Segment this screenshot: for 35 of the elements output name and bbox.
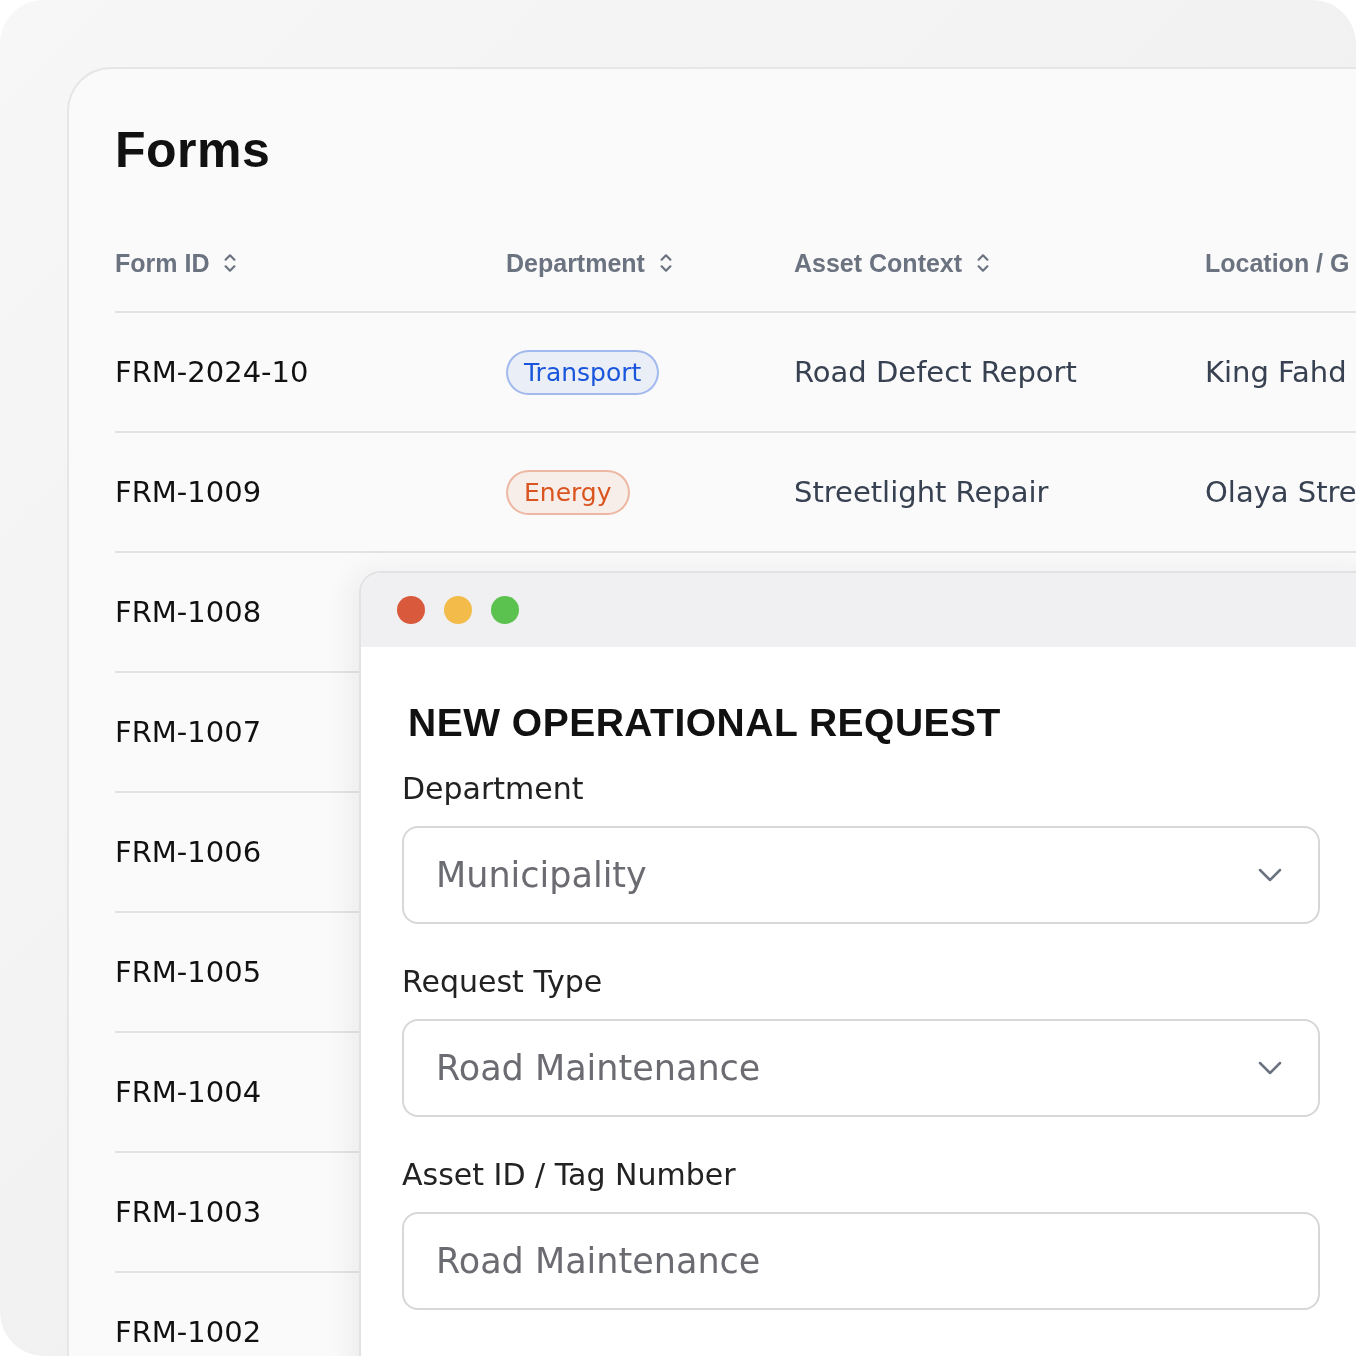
select-field[interactable]: Municipality: [402, 826, 1320, 924]
column-header: Location / G: [1205, 248, 1351, 278]
field-label: Asset ID / Tag Number: [402, 1157, 737, 1192]
dialog-title: NEW OPERATIONAL REQUEST: [408, 701, 1002, 745]
input-field[interactable]: Road Maintenance: [402, 1212, 1320, 1310]
page-title: Forms: [115, 121, 272, 179]
form-id-cell: FRM-1005: [115, 955, 262, 989]
form-id-cell: FRM-1003: [115, 1195, 262, 1229]
form-id-cell: FRM-1006: [115, 835, 262, 869]
chevron-down-icon: [1258, 868, 1282, 882]
location-cell: Olaya Stre: [1205, 475, 1356, 509]
form-id-cell: FRM-1009: [115, 475, 262, 509]
sort-icon: [976, 252, 991, 274]
asset-context-cell: Streetlight Repair: [794, 475, 1049, 509]
department-tag: Transport: [506, 349, 660, 395]
column-header[interactable]: Form ID: [115, 248, 506, 278]
field-label: Department: [402, 771, 585, 806]
form-id-cell: FRM-1007: [115, 715, 262, 749]
minimize-icon[interactable]: [444, 596, 472, 624]
asset-context-cell: Road Defect Report: [794, 355, 1077, 389]
department-tag: Energy: [506, 469, 630, 515]
close-icon[interactable]: [397, 596, 425, 624]
form-id-cell: FRM-2024-10: [115, 355, 309, 389]
sort-icon: [658, 252, 673, 274]
maximize-icon[interactable]: [491, 596, 519, 624]
column-header[interactable]: Asset Context: [794, 248, 1205, 278]
field-label: Request Type: [402, 964, 604, 999]
sort-icon: [223, 252, 238, 274]
form-id-cell: FRM-1002: [115, 1315, 262, 1349]
select-field[interactable]: Road Maintenance: [402, 1019, 1320, 1117]
location-cell: King Fahd: [1205, 355, 1347, 389]
chevron-down-icon: [1258, 1061, 1282, 1075]
form-id-cell: FRM-1008: [115, 595, 262, 629]
form-id-cell: FRM-1004: [115, 1075, 262, 1109]
column-header[interactable]: Department: [506, 248, 794, 278]
